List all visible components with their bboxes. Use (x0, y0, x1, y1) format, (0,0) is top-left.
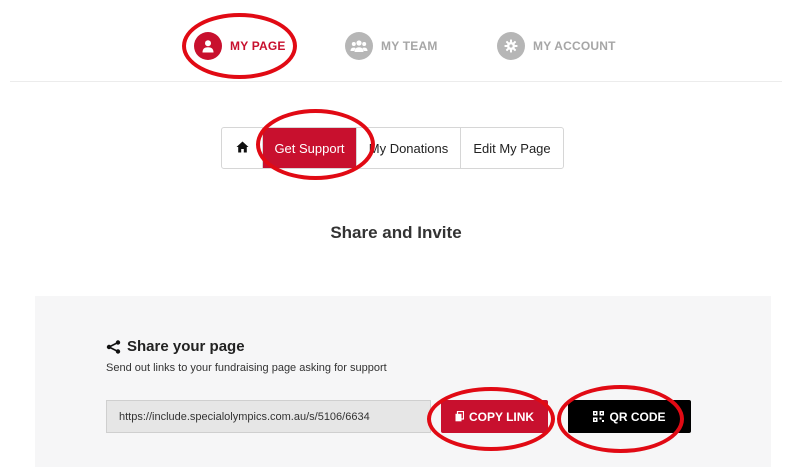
tab-home[interactable] (222, 128, 263, 168)
page-tabs: Get Support My Donations Edit My Page (221, 127, 564, 169)
tab-get-support[interactable]: Get Support (263, 128, 357, 168)
share-heading: Share your page (106, 338, 245, 355)
qr-code-label: QR CODE (609, 409, 666, 424)
share-heading-label: Share your page (127, 338, 245, 355)
copy-icon (455, 411, 464, 422)
share-icon (106, 339, 121, 354)
home-icon (236, 141, 249, 156)
nav-my-page[interactable]: MY PAGE (194, 29, 286, 63)
share-panel: Share your page Send out links to your f… (35, 296, 771, 467)
copy-link-button[interactable]: COPY LINK (441, 400, 548, 433)
tab-my-donations[interactable]: My Donations (357, 128, 461, 168)
gear-icon (497, 32, 525, 60)
nav-my-team-label: MY TEAM (381, 39, 438, 53)
share-link-field[interactable] (106, 400, 431, 433)
copy-link-label: COPY LINK (468, 409, 535, 424)
qr-code-icon (593, 411, 605, 422)
tab-edit-my-page[interactable]: Edit My Page (461, 128, 563, 168)
user-icon (194, 32, 222, 60)
team-icon (345, 32, 373, 60)
nav-divider (10, 81, 782, 82)
top-navigation: MY PAGE MY TEAM MY ACCOUNT (0, 0, 792, 82)
nav-my-account-label: MY ACCOUNT (533, 39, 616, 53)
share-description: Send out links to your fundraising page … (106, 362, 387, 374)
page-title: Share and Invite (330, 223, 462, 242)
qr-code-button[interactable]: QR CODE (568, 400, 691, 433)
nav-my-account[interactable]: MY ACCOUNT (497, 29, 616, 63)
nav-my-page-label: MY PAGE (230, 39, 286, 53)
nav-my-team[interactable]: MY TEAM (345, 29, 438, 63)
